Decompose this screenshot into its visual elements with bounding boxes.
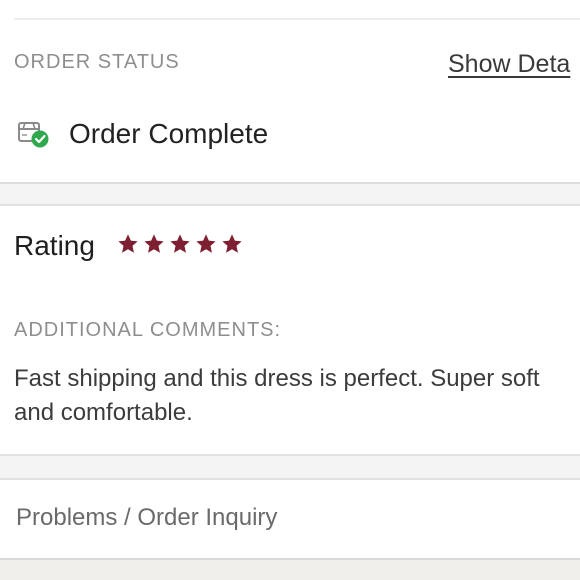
package-check-icon [16, 118, 52, 150]
comment-text: Fast shipping and this dress is perfect.… [14, 365, 540, 426]
order-status-text: Order Complete [69, 118, 269, 149]
star-icon [144, 234, 164, 253]
rating-card: Rating ADDITIONAL COMMENTS: Fast shippin… [0, 206, 580, 456]
section-spacer [0, 456, 580, 480]
additional-comments-label: ADDITIONAL COMMENTS: [14, 319, 282, 341]
section-spacer [0, 184, 580, 206]
star-rating [117, 233, 243, 255]
problems-order-inquiry-label: Problems / Order Inquiry [16, 504, 278, 531]
order-detail-page: ORDER STATUS Show Deta Order Complete Ra… [0, 0, 580, 580]
rating-title: Rating [14, 230, 95, 261]
show-details-link[interactable]: Show Deta [448, 50, 570, 79]
star-icon [118, 234, 138, 253]
star-icon [196, 234, 216, 253]
order-status-label: ORDER STATUS [14, 51, 180, 73]
star-icon [222, 234, 242, 253]
problems-order-inquiry-row[interactable]: Problems / Order Inquiry [0, 480, 580, 560]
star-icon [170, 234, 190, 253]
order-status-card: ORDER STATUS Show Deta Order Complete [0, 0, 580, 184]
divider [14, 18, 580, 20]
